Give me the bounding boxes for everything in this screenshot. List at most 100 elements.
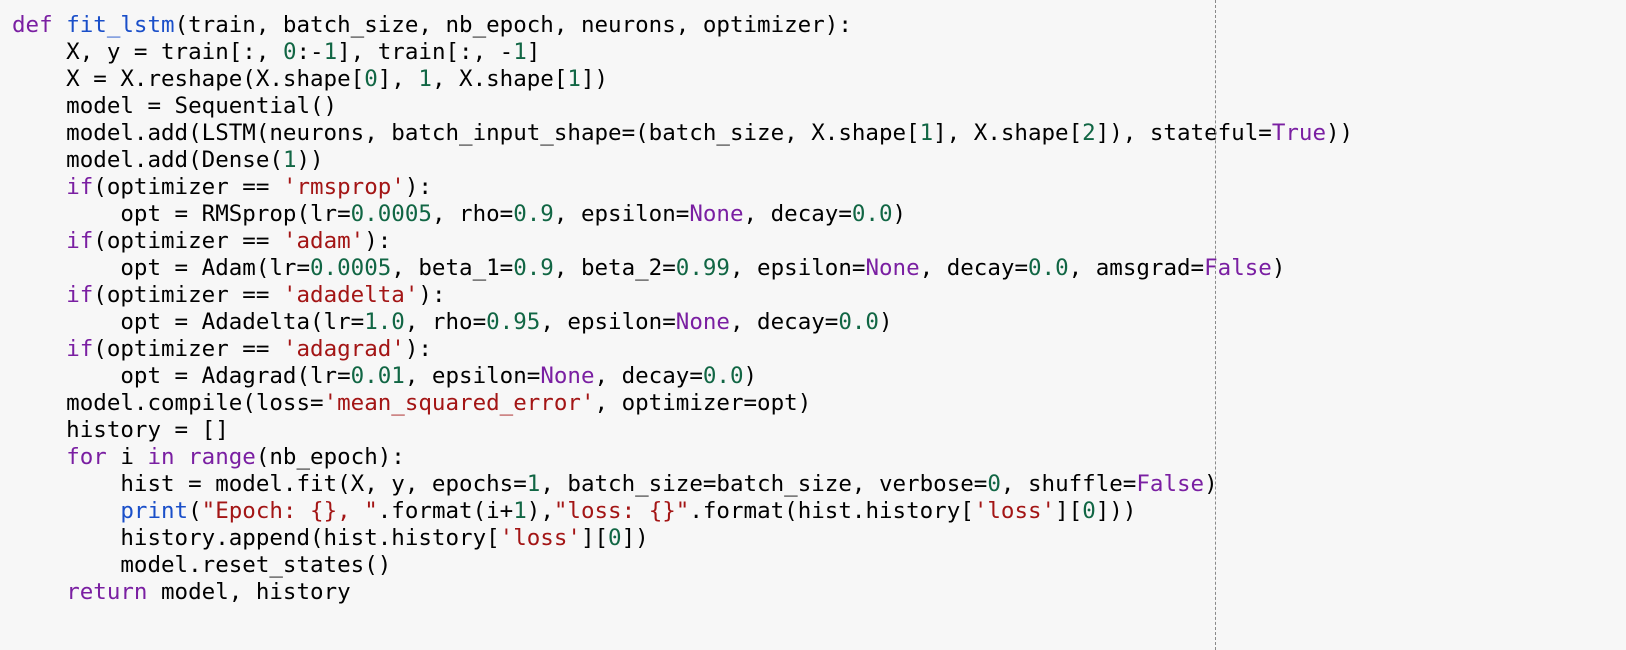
code-token: (train, batch_size, nb_epoch, neurons, o… [174, 12, 852, 38]
keyword-token: if [66, 336, 94, 362]
code-line: if(optimizer == 'adagrad'): [12, 336, 1353, 363]
code-line: model.reset_states() [12, 552, 1353, 579]
string-token: 'loss' [973, 498, 1056, 524]
number-token: 2 [1082, 120, 1096, 146]
code-token: , decay= [919, 255, 1028, 281]
code-token: X = X.reshape(X.shape[ [12, 66, 365, 92]
code-token: , amsgrad= [1068, 255, 1205, 281]
code-token: (optimizer == [93, 336, 283, 362]
keyword-token: None [865, 255, 920, 281]
code-token: , decay= [729, 309, 839, 335]
number-token: 1 [418, 66, 432, 92]
keyword-token: None [675, 309, 730, 335]
code-token: (nb_epoch): [255, 444, 405, 470]
number-token: 0 [364, 66, 378, 92]
code-line: opt = Adam(lr=0.0005, beta_1=0.9, beta_2… [12, 255, 1353, 282]
keyword-token: True [1271, 120, 1326, 146]
code-block[interactable]: def fit_lstm(train, batch_size, nb_epoch… [12, 12, 1353, 606]
code-token: hist = model.fit(X, y, epochs= [12, 471, 527, 497]
code-line: model.add(Dense(1)) [12, 147, 1353, 174]
code-line: if(optimizer == 'adam'): [12, 228, 1353, 255]
code-token: model.add(Dense( [12, 147, 283, 173]
code-token: ): [364, 228, 392, 254]
code-line: for i in range(nb_epoch): [12, 444, 1353, 471]
code-token: , epsilon= [553, 201, 690, 227]
string-token: "loss: {}" [553, 498, 690, 524]
keyword-token: for [66, 444, 107, 470]
string-token: "Epoch: {}, " [201, 498, 378, 524]
code-token: , rho= [404, 309, 487, 335]
keyword-token: if [66, 282, 94, 308]
code-line: if(optimizer == 'rmsprop'): [12, 174, 1353, 201]
code-token: (optimizer == [93, 174, 283, 200]
code-line: if(optimizer == 'adadelta'): [12, 282, 1353, 309]
keyword-token: if [66, 174, 94, 200]
string-token: 'adadelta' [282, 282, 419, 308]
number-token: 1 [513, 498, 527, 524]
code-token: , epsilon= [540, 309, 676, 335]
code-token: opt = Adam(lr= [12, 255, 311, 281]
number-token: 0.9 [513, 255, 554, 281]
number-token: 1 [526, 471, 541, 497]
function-token: fit_lstm [66, 12, 175, 38]
code-line: hist = model.fit(X, y, epochs=1, batch_s… [12, 471, 1353, 498]
number-token: 0.95 [486, 309, 541, 335]
keyword-token: if [66, 228, 94, 254]
code-line: opt = Adadelta(lr=1.0, rho=0.95, epsilon… [12, 309, 1353, 336]
code-token: , epsilon= [404, 363, 541, 389]
code-token: model.reset_states() [12, 552, 392, 578]
code-line: model.compile(loss='mean_squared_error',… [12, 390, 1353, 417]
number-token: 1.0 [364, 309, 405, 335]
number-token: 0.0 [702, 363, 744, 389]
code-token: ): [404, 336, 432, 362]
keyword-token: None [689, 201, 744, 227]
code-line: opt = Adagrad(lr=0.01, epsilon=None, dec… [12, 363, 1353, 390]
code-token: .format(i+ [377, 498, 514, 524]
code-token: history.append(hist.history[ [12, 525, 500, 551]
code-token: ) [892, 201, 907, 227]
code-line: opt = RMSprop(lr=0.0005, rho=0.9, epsilo… [12, 201, 1353, 228]
code-token: model = Sequential() [12, 93, 338, 119]
code-token: ): [418, 282, 446, 308]
code-token: ) [878, 309, 893, 335]
code-token: , shuffle= [1000, 471, 1137, 497]
code-token: ], X.shape[ [933, 120, 1083, 146]
code-line: model.add(LSTM(neurons, batch_input_shap… [12, 120, 1353, 147]
keyword-token: False [1136, 471, 1205, 497]
code-token: ])) [1095, 498, 1137, 524]
code-token: ) [743, 363, 758, 389]
code-token: model.add(LSTM(neurons, batch_input_shap… [12, 120, 920, 146]
code-token: opt = RMSprop(lr= [12, 201, 351, 227]
number-token: 0.0 [851, 201, 893, 227]
code-editor[interactable]: def fit_lstm(train, batch_size, nb_epoch… [0, 0, 1626, 650]
code-token: (optimizer == [93, 282, 283, 308]
code-token: ]), stateful= [1095, 120, 1272, 146]
code-token: (optimizer == [93, 228, 283, 254]
code-token: i [106, 444, 148, 470]
number-token: 1 [513, 39, 527, 65]
string-token: 'mean_squared_error' [323, 390, 595, 416]
code-token: ): [404, 174, 432, 200]
code-token: opt = Adagrad(lr= [12, 363, 351, 389]
code-token: , decay= [594, 363, 703, 389]
number-token: 0.0005 [310, 255, 392, 281]
code-line: X, y = train[:, 0:-1], train[:, -1] [12, 39, 1353, 66]
code-line: X = X.reshape(X.shape[0], 1, X.shape[1]) [12, 66, 1353, 93]
number-token: 0 [1082, 498, 1096, 524]
keyword-token: def [12, 12, 53, 38]
code-token: , beta_2= [553, 255, 676, 281]
number-token: 0 [608, 525, 622, 551]
code-token: X, y = train[:, [12, 39, 283, 65]
keyword-token: return [66, 579, 148, 605]
number-token: 0.01 [350, 363, 405, 389]
code-token: )) [296, 147, 324, 173]
code-line: print("Epoch: {}, ".format(i+1),"loss: {… [12, 498, 1353, 525]
